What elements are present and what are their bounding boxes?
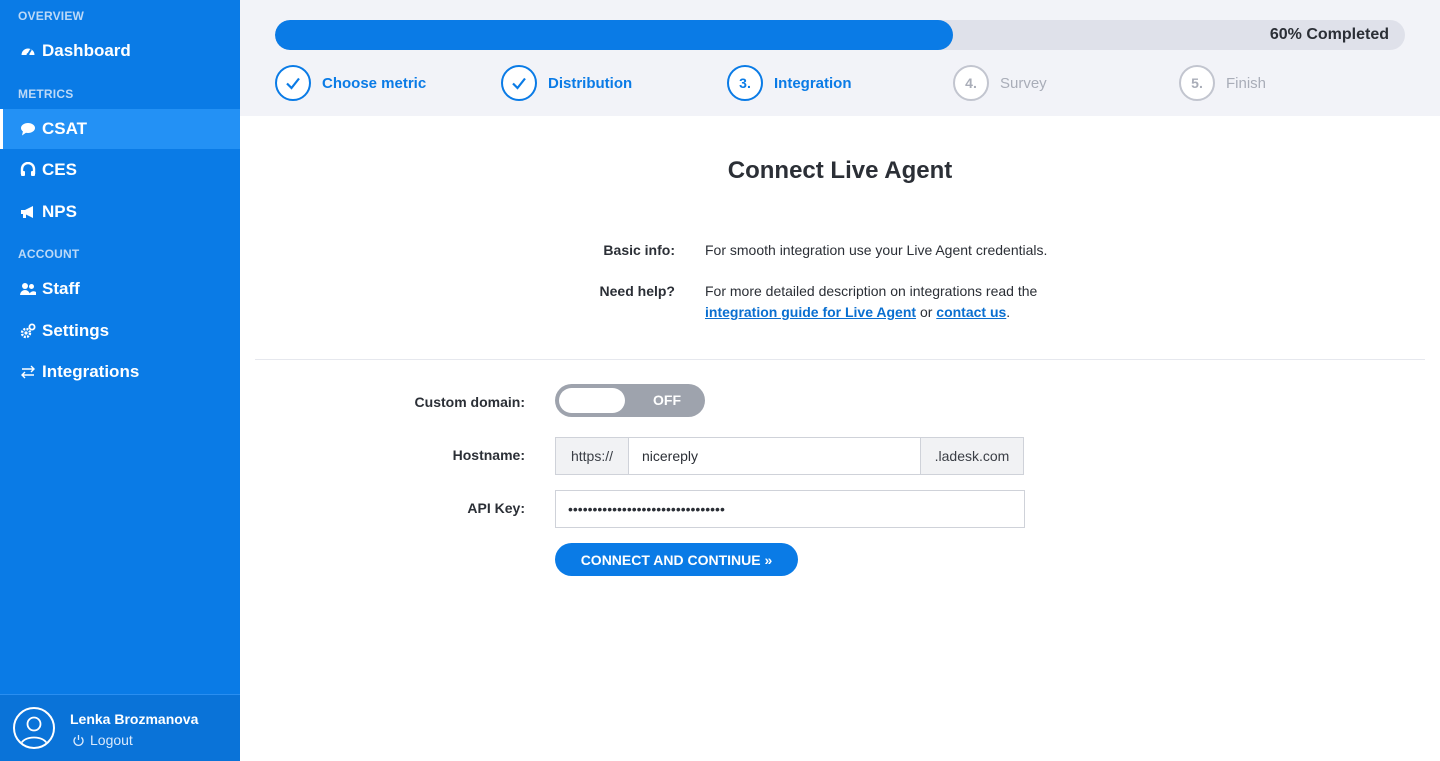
gears-icon xyxy=(20,323,36,339)
sidebar-item-ces[interactable]: CES xyxy=(0,150,240,190)
sidebar-item-label: Staff xyxy=(42,279,80,298)
sidebar-item-staff[interactable]: Staff xyxy=(0,269,240,309)
need-help-text: For more detailed description on integra… xyxy=(705,281,1037,323)
help-or-text: or xyxy=(919,304,933,320)
hostname-field-group: https:// .ladesk.com xyxy=(555,437,1024,475)
progress-label: 60% Completed xyxy=(1269,26,1389,43)
section-label-metrics: METRICS xyxy=(18,87,74,101)
sidebar: OVERVIEW Dashboard METRICS CSAT CES NPS … xyxy=(0,0,240,761)
step-survey[interactable]: 4. Survey xyxy=(953,65,1047,101)
hostname-prefix: https:// xyxy=(556,438,629,474)
chat-bubble-icon xyxy=(20,121,36,137)
section-divider xyxy=(255,359,1425,360)
hostname-label: Hostname: xyxy=(452,447,525,463)
progress-bar: 60% Completed xyxy=(275,20,1405,50)
step-number: 5. xyxy=(1179,65,1215,101)
dashboard-gauge-icon xyxy=(20,43,36,59)
sidebar-item-label: Dashboard xyxy=(42,41,131,60)
section-label-overview: OVERVIEW xyxy=(18,9,85,23)
step-label: Choose metric xyxy=(322,74,427,92)
sidebar-item-label: Settings xyxy=(42,321,110,340)
step-label: Integration xyxy=(774,74,852,92)
custom-domain-label: Custom domain: xyxy=(414,394,525,410)
basic-info-label: Basic info: xyxy=(603,242,675,258)
page-title: Connect Live Agent xyxy=(727,157,953,184)
users-icon xyxy=(20,281,36,297)
section-label-account: ACCOUNT xyxy=(18,247,80,261)
sidebar-item-integrations[interactable]: Integrations xyxy=(0,352,240,392)
user-name: Lenka Brozmanova xyxy=(70,711,199,727)
sidebar-item-csat[interactable]: CSAT xyxy=(0,109,240,149)
sidebar-item-dashboard[interactable]: Dashboard xyxy=(0,31,240,71)
progress-fill xyxy=(275,20,953,50)
step-finish[interactable]: 5. Finish xyxy=(1179,65,1266,101)
toggle-knob xyxy=(559,388,625,413)
sidebar-item-label: Integrations xyxy=(42,362,140,381)
progress-header: 60% Completed Choose metric Distribution… xyxy=(240,0,1440,116)
custom-domain-toggle[interactable]: OFF xyxy=(555,384,705,417)
sidebar-item-settings[interactable]: Settings xyxy=(0,311,240,351)
need-help-label: Need help? xyxy=(599,283,675,299)
step-label: Finish xyxy=(1226,74,1267,92)
sidebar-item-label: CES xyxy=(42,160,77,179)
step-choose-metric[interactable]: Choose metric xyxy=(275,65,426,101)
api-key-input[interactable] xyxy=(555,490,1025,528)
sidebar-item-label: CSAT xyxy=(42,119,88,138)
contact-us-link[interactable]: contact us xyxy=(936,304,1006,320)
api-key-label: API Key: xyxy=(467,500,525,516)
megaphone-icon xyxy=(20,204,36,220)
help-end: . xyxy=(1006,304,1011,320)
user-panel: Lenka Brozmanova Logout xyxy=(0,694,240,761)
integration-guide-link[interactable]: integration guide for Live Agent xyxy=(705,304,916,320)
sidebar-item-label: NPS xyxy=(42,202,77,221)
power-icon xyxy=(73,734,84,746)
step-number: 3. xyxy=(727,65,763,101)
connect-and-continue-button[interactable]: CONNECT AND CONTINUE » xyxy=(555,543,798,576)
step-label: Distribution xyxy=(548,74,633,92)
sidebar-item-nps[interactable]: NPS xyxy=(0,192,240,232)
logout-link[interactable]: Logout xyxy=(72,732,133,748)
arrows-exchange-icon xyxy=(20,364,36,380)
hostname-input[interactable] xyxy=(629,438,920,474)
step-integration[interactable]: 3. Integration xyxy=(727,65,852,101)
toggle-state: OFF xyxy=(653,392,681,408)
help-text: For more detailed description on integra… xyxy=(705,283,1038,299)
step-label: Survey xyxy=(1000,74,1047,92)
step-distribution[interactable]: Distribution xyxy=(501,65,632,101)
check-icon xyxy=(501,65,537,101)
step-number: 4. xyxy=(953,65,989,101)
ces-icon xyxy=(20,162,36,178)
check-icon xyxy=(275,65,311,101)
hostname-suffix: .ladesk.com xyxy=(920,438,1023,474)
user-avatar-icon[interactable] xyxy=(13,707,55,749)
logout-label: Logout xyxy=(90,732,133,748)
basic-info-text: For smooth integration use your Live Age… xyxy=(705,242,1048,258)
